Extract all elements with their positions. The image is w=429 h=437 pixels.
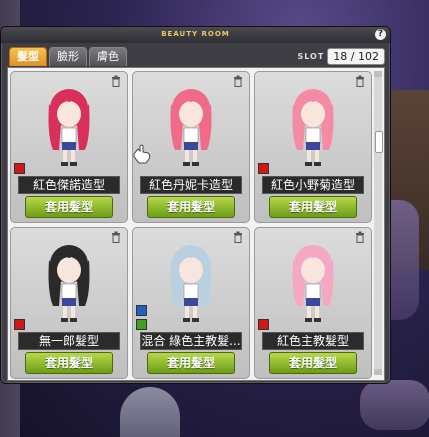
apply-hairstyle-button[interactable]: 套用髮型 — [269, 352, 357, 374]
color-swatch — [136, 305, 147, 316]
color-swatches — [258, 163, 269, 174]
slot-value: 18 / 102 — [327, 48, 385, 65]
color-swatches — [14, 319, 25, 330]
apply-hairstyle-button[interactable]: 套用髮型 — [25, 352, 113, 374]
scroll-up-arrow[interactable] — [374, 71, 382, 77]
color-swatch — [258, 319, 269, 330]
character-preview — [48, 89, 90, 166]
color-swatch — [258, 163, 269, 174]
window-title: BEAUTY ROOM — [161, 30, 230, 38]
scroll-down-arrow[interactable] — [374, 369, 382, 375]
scrollbar[interactable] — [374, 71, 383, 375]
apply-hairstyle-button[interactable]: 套用髮型 — [25, 196, 113, 218]
pointer-hand-icon — [133, 144, 151, 164]
help-button[interactable]: ? — [375, 29, 386, 40]
apply-hairstyle-button[interactable]: 套用髮型 — [269, 196, 357, 218]
hairstyle-card[interactable]: 混合 綠色主教髮... 套用髮型 — [132, 227, 250, 379]
hairstyle-name: 混合 綠色主教髮... — [140, 332, 242, 350]
character-preview — [170, 245, 212, 322]
color-swatch — [136, 319, 147, 330]
color-swatches — [14, 163, 25, 174]
hairstyle-grid: 紅色傑諾造型 套用髮型 紅色丹妮卡造型 套用髮型 紅色小野菊造型 套用髮型 無一郎髮型 套用髮… — [10, 71, 372, 379]
slot-label: SLOT — [297, 52, 325, 61]
color-swatches — [136, 305, 147, 330]
hairstyle-name: 紅色主教髮型 — [262, 332, 364, 350]
hairstyle-name: 無一郎髮型 — [18, 332, 120, 350]
stone-ledge — [360, 380, 429, 430]
category-tabs: 髮型 臉形 膚色 — [9, 47, 127, 67]
trash-icon[interactable] — [233, 75, 243, 87]
hairstyle-card[interactable]: 紅色傑諾造型套用髮型 — [10, 71, 128, 223]
trash-icon[interactable] — [355, 231, 365, 243]
hairstyle-name: 紅色小野菊造型 — [262, 176, 364, 194]
character-preview — [170, 89, 212, 166]
trash-icon[interactable] — [233, 231, 243, 243]
hairstyle-name: 紅色傑諾造型 — [18, 176, 120, 194]
character-preview — [292, 89, 334, 166]
tab-hair[interactable]: 髮型 — [9, 47, 47, 66]
beauty-room-window: BEAUTY ROOM ? 髮型 臉形 膚色 SLOT 18 / 102 紅色傑… — [0, 26, 391, 384]
hairstyle-card[interactable]: 紅色主教髮型套用髮型 — [254, 227, 372, 379]
trash-icon[interactable] — [111, 75, 121, 87]
slot-counter: SLOT 18 / 102 — [297, 48, 385, 65]
tab-face[interactable]: 臉形 — [49, 47, 87, 66]
color-swatch — [14, 163, 25, 174]
tab-skin[interactable]: 膚色 — [89, 47, 127, 66]
character-preview — [48, 245, 90, 322]
hairstyle-card[interactable]: 無一郎髮型 套用髮型 — [10, 227, 128, 379]
title-bar[interactable]: BEAUTY ROOM ? — [1, 27, 390, 43]
trash-icon[interactable] — [355, 75, 365, 87]
apply-hairstyle-button[interactable]: 套用髮型 — [147, 352, 235, 374]
hairstyle-name: 紅色丹妮卡造型 — [140, 176, 242, 194]
apply-hairstyle-button[interactable]: 套用髮型 — [147, 196, 235, 218]
hairstyle-card[interactable]: 紅色小野菊造型套用髮型 — [254, 71, 372, 223]
scroll-thumb[interactable] — [375, 131, 383, 153]
trash-icon[interactable] — [111, 231, 121, 243]
hairstyle-list: 紅色傑諾造型 套用髮型 紅色丹妮卡造型 套用髮型 紅色小野菊造型 套用髮型 無一郎髮型 套用髮… — [7, 67, 385, 381]
color-swatches — [258, 319, 269, 330]
color-swatch — [14, 319, 25, 330]
character-preview — [292, 245, 334, 322]
